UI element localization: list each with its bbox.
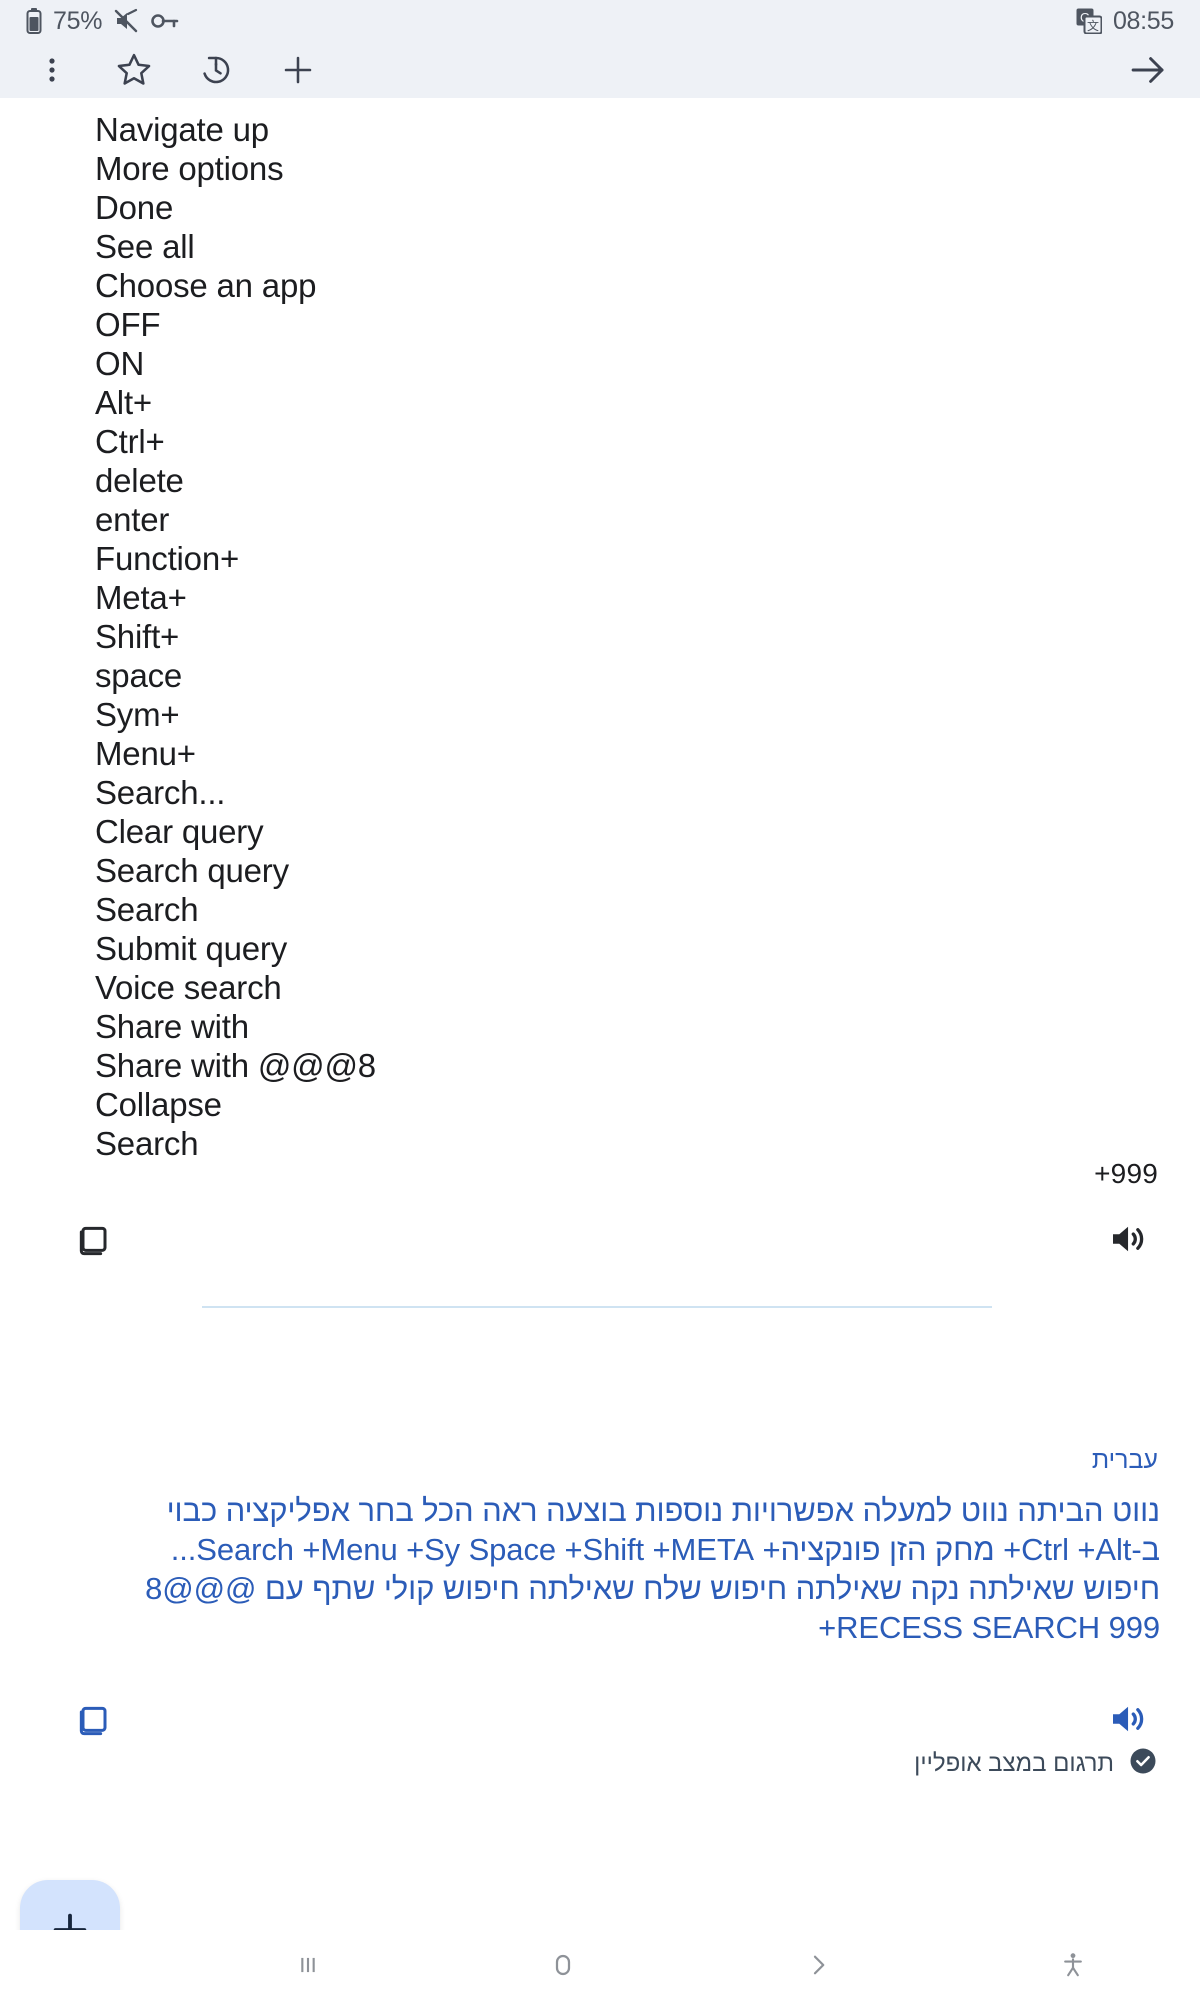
home-icon — [555, 1954, 570, 1976]
translated-line: RECESS SEARCH 999+ — [818, 1610, 1160, 1645]
home-button[interactable] — [435, 1947, 690, 1983]
source-line: Share with @@@8 — [95, 1047, 376, 1084]
translated-text-block[interactable]: נווט הביתה נווט למעלה אפשרויות נוספות בו… — [40, 1491, 1160, 1647]
more-options-button[interactable] — [30, 48, 74, 92]
key-icon — [150, 8, 180, 34]
plus-icon — [284, 56, 312, 84]
chevron-right-icon — [813, 1955, 824, 1975]
target-language-label[interactable]: עברית — [1092, 1446, 1158, 1475]
source-line: Sym+ — [95, 696, 180, 733]
star-icon — [117, 53, 151, 85]
source-line: Meta+ — [95, 579, 187, 616]
copy-translation-button[interactable] — [74, 1700, 114, 1745]
saved-button[interactable] — [112, 48, 156, 92]
source-action-row — [0, 1216, 1200, 1278]
google-translate-icon: G 文 — [1076, 8, 1102, 34]
status-bar: 75% G — [0, 0, 1200, 42]
source-line: Choose an app — [95, 267, 317, 304]
speaker-icon — [1113, 1226, 1144, 1252]
source-line: Navigate up — [95, 111, 269, 148]
source-line: More options — [95, 150, 284, 187]
translated-line: ב-Ctrl +Alt+ מחק הזן פונקציה+ Search +Me… — [170, 1532, 1160, 1567]
arrow-right-icon — [1131, 57, 1164, 83]
app-screen: 75% G — [0, 0, 1200, 2000]
source-line: enter — [95, 501, 170, 538]
source-line: OFF — [95, 306, 161, 343]
system-navigation-bar — [0, 1930, 1200, 2000]
history-icon — [203, 56, 230, 84]
source-line: Alt+ — [95, 384, 152, 421]
source-line: See all — [95, 228, 195, 265]
source-line: Shift+ — [95, 618, 180, 655]
battery-percent: 75% — [53, 6, 103, 35]
source-line: ON — [95, 345, 145, 382]
source-line: Submit query — [95, 930, 288, 967]
source-line: Share with — [95, 1008, 249, 1045]
accessibility-icon — [1063, 1953, 1082, 1977]
three-dot-menu-icon — [49, 58, 55, 82]
source-line: delete — [95, 462, 184, 499]
offline-translation-note: תרגום במצב אופליין — [914, 1746, 1158, 1781]
offline-note-text: תרגום במצב אופליין — [914, 1749, 1114, 1777]
back-button[interactable] — [690, 1947, 945, 1983]
source-line: Collapse — [95, 1086, 222, 1123]
status-bar-left: 75% — [26, 7, 180, 36]
translated-line: חיפוש שאילתה נקה שאילתה חיפוש שלח שאילתה… — [145, 1571, 1160, 1606]
speaker-icon — [1113, 1706, 1144, 1732]
source-line: Search — [95, 891, 199, 928]
copy-icon — [79, 1706, 107, 1736]
translated-line: נווט הביתה נווט למעלה אפשרויות נוספות בו… — [166, 1493, 1161, 1528]
source-text-block[interactable]: Navigate up More options Done See all Ch… — [95, 110, 376, 1163]
source-line: Search query — [95, 852, 289, 889]
mute-icon — [113, 8, 139, 34]
clock: 08:55 — [1112, 6, 1174, 35]
source-line: Search... — [95, 774, 226, 811]
battery-icon — [26, 8, 42, 34]
history-button[interactable] — [194, 48, 238, 92]
app-toolbar — [0, 42, 1200, 98]
toolbar-left-actions — [30, 48, 320, 92]
accessibility-button[interactable] — [945, 1948, 1200, 1982]
source-line: Done — [95, 189, 174, 226]
copy-source-button[interactable] — [74, 1220, 114, 1265]
source-line: Voice search — [95, 969, 282, 1006]
source-line: Search — [95, 1125, 199, 1162]
source-line: space — [95, 657, 183, 694]
source-line: Menu+ — [95, 735, 196, 772]
new-translation-button[interactable] — [276, 48, 320, 92]
source-line: Ctrl+ — [95, 423, 165, 460]
status-bar-right: G 文 08:55 — [1076, 7, 1174, 36]
copy-icon — [79, 1226, 107, 1256]
overflow-count: +999 — [1094, 1158, 1158, 1189]
translation-card-area: Navigate up More options Done See all Ch… — [0, 98, 1200, 2000]
recents-button[interactable] — [180, 1948, 435, 1982]
download-done-icon — [1128, 1746, 1158, 1781]
svg-text:文: 文 — [1087, 18, 1099, 33]
source-line: Clear query — [95, 813, 264, 850]
speak-source-button[interactable] — [1106, 1218, 1148, 1265]
section-divider — [202, 1306, 992, 1308]
source-line: Function+ — [95, 540, 240, 577]
recents-icon — [300, 1957, 315, 1973]
speak-translation-button[interactable] — [1106, 1698, 1148, 1745]
submit-arrow-button[interactable] — [1126, 48, 1170, 92]
